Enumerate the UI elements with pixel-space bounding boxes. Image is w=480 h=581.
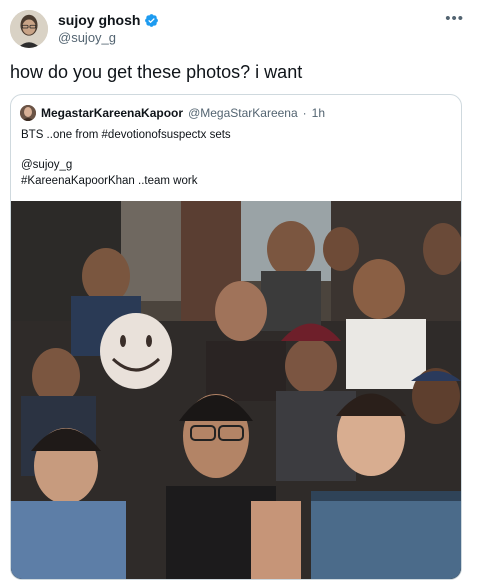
quoted-tweet-card[interactable]: MegastarKareenaKapoor @MegaStarKareena ·… <box>10 94 462 580</box>
quoted-dot-separator: · <box>302 106 307 120</box>
tweet: sujoy ghosh @sujoy_g ••• how do you get … <box>0 0 480 581</box>
quoted-hashtag-line[interactable]: #KareenaKapoorKhan ..team work <box>21 173 231 189</box>
verified-badge-icon <box>145 13 159 27</box>
author-avatar[interactable] <box>10 10 48 48</box>
quoted-tweet-header: MegastarKareenaKapoor @MegaStarKareena ·… <box>20 105 325 121</box>
quoted-tweet-text: BTS ..one from #devotionofsuspectx sets … <box>21 127 231 189</box>
quoted-author-avatar[interactable] <box>20 105 36 121</box>
quoted-line-1: BTS ..one from #devotionofsuspectx sets <box>21 129 231 141</box>
quoted-author-handle[interactable]: @MegaStarKareena <box>188 106 298 120</box>
author-name[interactable]: sujoy ghosh <box>58 12 159 28</box>
quoted-author-name[interactable]: MegastarKareenaKapoor <box>41 106 183 120</box>
author-handle[interactable]: @sujoy_g <box>58 30 116 45</box>
quoted-timestamp[interactable]: 1h <box>312 106 325 120</box>
tweet-text: how do you get these photos? i want <box>10 62 303 82</box>
author-name-text[interactable]: sujoy ghosh <box>58 12 140 28</box>
quoted-tweet-photo[interactable] <box>11 201 461 579</box>
more-options-icon[interactable]: ••• <box>445 11 464 26</box>
quoted-mention-link[interactable]: @sujoy_g <box>21 157 231 173</box>
